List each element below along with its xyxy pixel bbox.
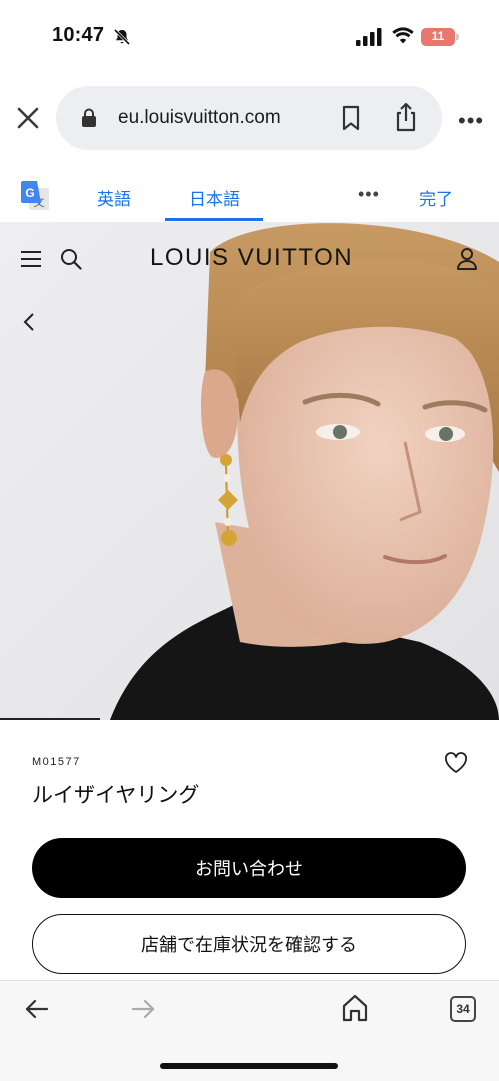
product-sku: M01577 — [32, 756, 81, 768]
back-chevron-icon[interactable] — [22, 312, 36, 332]
tabs-count-button[interactable]: 34 — [450, 996, 476, 1022]
wishlist-heart-icon[interactable] — [444, 752, 468, 774]
translate-done-button[interactable]: 完了 — [419, 185, 453, 210]
cellular-signal-icon — [356, 28, 382, 46]
product-image[interactable] — [0, 222, 499, 720]
svg-text:G: G — [25, 186, 34, 200]
battery-level: 11 — [431, 29, 445, 43]
share-icon[interactable] — [394, 102, 418, 132]
bookmark-icon[interactable] — [341, 105, 361, 131]
brand-logo[interactable]: LOUIS VUITTON — [150, 244, 353, 272]
url-text[interactable]: eu.louisvuitton.com — [118, 107, 281, 129]
contact-button[interactable]: お問い合わせ — [32, 838, 466, 898]
wifi-icon — [392, 27, 414, 44]
search-icon[interactable] — [60, 248, 82, 270]
translate-more-icon[interactable]: ••• — [358, 184, 380, 205]
menu-icon[interactable] — [20, 250, 42, 268]
active-language-indicator — [165, 218, 263, 221]
target-language-tab[interactable]: 日本語 — [189, 185, 240, 210]
battery-nub — [456, 34, 459, 40]
home-indicator — [160, 1063, 338, 1069]
status-time: 10:47 — [52, 24, 105, 46]
battery-indicator: 11 — [421, 28, 455, 46]
back-arrow-icon[interactable] — [24, 997, 50, 1021]
image-carousel-progress — [0, 718, 100, 720]
model-photo — [0, 222, 499, 720]
home-icon[interactable] — [342, 994, 368, 1022]
bell-muted-icon — [113, 28, 131, 46]
forward-arrow-icon[interactable] — [130, 997, 156, 1021]
close-icon[interactable] — [14, 104, 42, 132]
google-translate-icon: 文 G — [21, 181, 49, 210]
account-icon[interactable] — [456, 247, 478, 271]
more-options-icon[interactable]: ••• — [458, 108, 484, 134]
product-name: ルイザイヤリング — [32, 784, 200, 807]
lock-icon — [82, 108, 96, 127]
check-store-availability-button[interactable]: 店舗で在庫状況を確認する — [32, 914, 466, 974]
source-language-tab[interactable]: 英語 — [97, 185, 131, 210]
